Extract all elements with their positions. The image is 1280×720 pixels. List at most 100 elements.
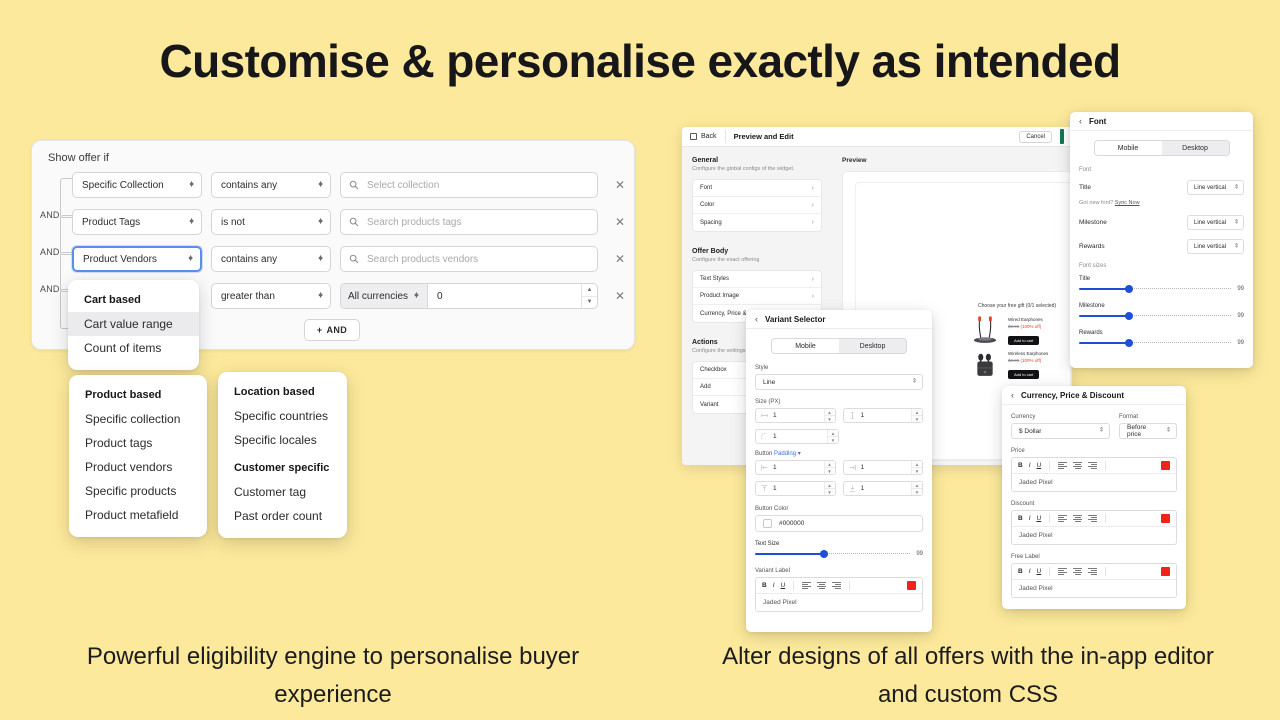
sidebar-item-product-image[interactable]: Product Image › bbox=[693, 288, 821, 305]
size-radius-input[interactable]: 1 ▲ ▼ bbox=[755, 429, 839, 444]
quantity-stepper[interactable]: ▲ ▼ bbox=[581, 284, 597, 308]
rule-field-select[interactable]: Specific Collection ▲ ▼ bbox=[72, 172, 202, 198]
align-center-button[interactable] bbox=[817, 581, 827, 590]
search-input[interactable]: Search products tags bbox=[340, 209, 598, 235]
padding-top-input[interactable]: 1 ▲ ▼ bbox=[755, 481, 836, 496]
amount-field[interactable]: All currencies ▲ ▼ 0 ▲ ▼ bbox=[340, 283, 598, 309]
sidebar-item-spacing[interactable]: Spacing › bbox=[693, 214, 821, 231]
save-button[interactable] bbox=[1060, 129, 1064, 144]
milestone-size-slider[interactable]: 99 bbox=[1079, 311, 1244, 320]
sidebar-item-font[interactable]: Font › bbox=[693, 180, 821, 197]
remove-rule-button[interactable]: ✕ bbox=[613, 215, 627, 229]
align-left-button[interactable] bbox=[1058, 567, 1068, 576]
text-color-swatch[interactable] bbox=[1161, 514, 1170, 523]
menu-item-specific-collection[interactable]: Specific collection bbox=[69, 407, 207, 431]
align-right-button[interactable] bbox=[1088, 514, 1098, 523]
align-left-button[interactable] bbox=[1058, 461, 1068, 470]
amount-input[interactable]: 0 bbox=[428, 284, 581, 308]
add-and-button[interactable]: + AND bbox=[304, 319, 360, 341]
padding-right-input[interactable]: 1 ▲ ▼ bbox=[842, 460, 923, 475]
variant-label-input[interactable]: Jaded Pixel bbox=[756, 594, 922, 611]
menu-item-product-tags[interactable]: Product tags bbox=[69, 431, 207, 455]
text-color-swatch[interactable] bbox=[1161, 461, 1170, 470]
menu-item-specific-locales[interactable]: Specific locales bbox=[218, 428, 347, 452]
menu-item-specific-countries[interactable]: Specific countries bbox=[218, 404, 347, 428]
italic-button[interactable]: I bbox=[773, 582, 775, 589]
font-family-select[interactable]: Line vertical ⇕ bbox=[1187, 215, 1244, 230]
color-swatch[interactable] bbox=[763, 519, 772, 528]
add-to-cart-button[interactable]: Add to cart bbox=[1008, 370, 1040, 379]
free-label-input[interactable]: Jaded Pixel bbox=[1012, 580, 1176, 597]
bold-button[interactable]: B bbox=[1018, 515, 1023, 522]
menu-item-product-vendors[interactable]: Product vendors bbox=[69, 455, 207, 479]
slider-track[interactable] bbox=[755, 549, 911, 558]
menu-item-product-metafield[interactable]: Product metafield bbox=[69, 503, 207, 527]
remove-rule-button[interactable]: ✕ bbox=[613, 178, 627, 192]
tab-desktop[interactable]: Desktop bbox=[839, 339, 906, 353]
quantity-stepper[interactable]: ▲ ▼ bbox=[823, 482, 835, 495]
rule-field-select[interactable]: Product Tags ▲ ▼ bbox=[72, 209, 202, 235]
font-family-select[interactable]: Line vertical ⇕ bbox=[1187, 180, 1244, 195]
menu-item-specific-products[interactable]: Specific products bbox=[69, 479, 207, 503]
menu-item-past-order-count[interactable]: Past order count bbox=[218, 504, 347, 528]
slider-track[interactable] bbox=[1079, 311, 1232, 320]
currency-select[interactable]: $ Dollar ⇕ bbox=[1011, 423, 1110, 439]
sidebar-item-color[interactable]: Color › bbox=[693, 197, 821, 214]
align-left-button[interactable] bbox=[1058, 514, 1068, 523]
rewards-size-slider[interactable]: 99 bbox=[1079, 338, 1244, 347]
search-input[interactable]: Search products vendors bbox=[340, 246, 598, 272]
menu-item-cart-value-range[interactable]: Cart value range bbox=[68, 312, 199, 336]
font-family-select[interactable]: Line vertical ⇕ bbox=[1187, 239, 1244, 254]
text-size-slider[interactable]: 99 bbox=[755, 549, 923, 558]
size-width-input[interactable]: 1 ▲ ▼ bbox=[755, 408, 836, 423]
back-button[interactable]: Back bbox=[690, 133, 717, 140]
align-center-button[interactable] bbox=[1073, 514, 1083, 523]
rule-operator-select[interactable]: contains any ▲ ▼ bbox=[211, 246, 331, 272]
quantity-stepper[interactable]: ▲ ▼ bbox=[823, 409, 835, 422]
padding-sublabel[interactable]: Padding bbox=[774, 451, 796, 457]
sync-now-link[interactable]: Sync Now bbox=[1115, 200, 1140, 206]
padding-bottom-input[interactable]: 1 ▲ ▼ bbox=[842, 481, 923, 496]
align-right-button[interactable] bbox=[832, 581, 842, 590]
align-left-button[interactable] bbox=[802, 581, 812, 590]
text-color-swatch[interactable] bbox=[907, 581, 916, 590]
bold-button[interactable]: B bbox=[1018, 568, 1023, 575]
italic-button[interactable]: I bbox=[1029, 515, 1031, 522]
padding-left-input[interactable]: 1 ▲ ▼ bbox=[755, 460, 836, 475]
tab-mobile[interactable]: Mobile bbox=[1094, 141, 1162, 155]
quantity-stepper[interactable]: ▲ ▼ bbox=[911, 461, 922, 474]
price-input[interactable]: Jaded Pixel bbox=[1012, 474, 1176, 491]
slider-track[interactable] bbox=[1079, 338, 1232, 347]
underline-button[interactable]: U bbox=[1037, 462, 1042, 469]
quantity-stepper[interactable]: ▲ ▼ bbox=[911, 409, 922, 422]
underline-button[interactable]: U bbox=[1037, 568, 1042, 575]
underline-button[interactable]: U bbox=[781, 582, 786, 589]
bold-button[interactable]: B bbox=[1018, 462, 1023, 469]
search-input[interactable]: Select collection bbox=[340, 172, 598, 198]
sidebar-item-text-styles[interactable]: Text Styles › bbox=[693, 271, 821, 288]
underline-button[interactable]: U bbox=[1037, 515, 1042, 522]
size-height-input[interactable]: 1 ▲ ▼ bbox=[842, 408, 923, 423]
rule-operator-select[interactable]: greater than ▲ ▼ bbox=[211, 283, 331, 309]
remove-rule-button[interactable]: ✕ bbox=[613, 289, 627, 303]
italic-button[interactable]: I bbox=[1029, 462, 1031, 469]
button-color-field[interactable]: #000000 bbox=[755, 515, 923, 532]
chevron-left-icon[interactable]: ‹ bbox=[1011, 390, 1014, 400]
slider-track[interactable] bbox=[1079, 284, 1232, 293]
align-center-button[interactable] bbox=[1073, 461, 1083, 470]
align-right-button[interactable] bbox=[1088, 567, 1098, 576]
cancel-button[interactable]: Cancel bbox=[1019, 130, 1052, 143]
chevron-left-icon[interactable]: ‹ bbox=[755, 314, 758, 324]
text-color-swatch[interactable] bbox=[1161, 567, 1170, 576]
italic-button[interactable]: I bbox=[1029, 568, 1031, 575]
remove-rule-button[interactable]: ✕ bbox=[613, 252, 627, 266]
rule-field-select[interactable]: Product Vendors ▲ ▼ bbox=[72, 246, 202, 272]
menu-item-customer-tag[interactable]: Customer tag bbox=[218, 480, 347, 504]
add-to-cart-button[interactable]: Add to cart bbox=[1008, 336, 1040, 345]
quantity-stepper[interactable]: ▲ ▼ bbox=[827, 430, 838, 443]
format-select[interactable]: Before price ⇕ bbox=[1119, 423, 1177, 439]
chevron-left-icon[interactable]: ‹ bbox=[1079, 116, 1082, 126]
bold-button[interactable]: B bbox=[762, 582, 767, 589]
quantity-stepper[interactable]: ▲ ▼ bbox=[911, 482, 922, 495]
rule-operator-select[interactable]: contains any ▲ ▼ bbox=[211, 172, 331, 198]
